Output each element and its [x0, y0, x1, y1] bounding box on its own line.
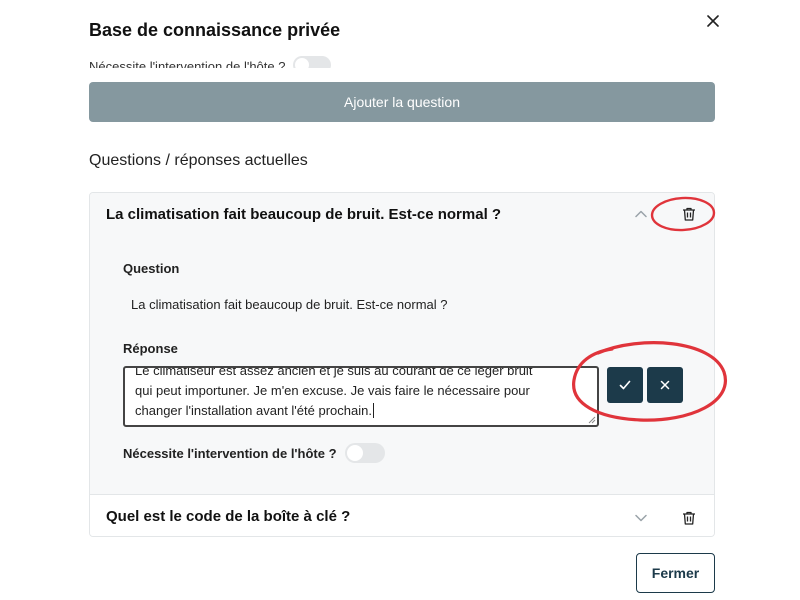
section-title: Questions / réponses actuelles: [89, 152, 308, 169]
qa-item-header[interactable]: La climatisation fait beaucoup de bruit.…: [90, 193, 714, 235]
question-label: Question: [123, 261, 180, 276]
delete-question-button[interactable]: [680, 205, 698, 223]
answer-label: Réponse: [123, 341, 178, 356]
qa-item-question: La climatisation fait beaucoup de bruit.…: [106, 206, 502, 223]
resize-handle-icon[interactable]: [588, 416, 596, 424]
top-host-toggle-label: Nécessite l'intervention de l'hôte ?: [89, 59, 286, 68]
qa-accordion: La climatisation fait beaucoup de bruit.…: [89, 192, 715, 537]
qa-item-question: Quel est le code de la boîte à clé ?: [106, 508, 351, 525]
top-host-toggle-row: Nécessite l'intervention de l'hôte ?: [89, 52, 389, 68]
trash-icon: [683, 511, 695, 525]
qa-item-expanded: La climatisation fait beaucoup de bruit.…: [90, 193, 714, 495]
cancel-edit-button[interactable]: [647, 367, 683, 403]
add-question-button[interactable]: Ajouter la question: [89, 82, 715, 122]
delete-question-button[interactable]: [680, 509, 698, 527]
knowledge-base-modal: Base de connaissance privée Nécessite l'…: [0, 0, 800, 600]
confirm-edit-button[interactable]: [607, 367, 643, 403]
answer-line: Le climatiseur est assez ancien et je su…: [135, 366, 533, 378]
question-text[interactable]: La climatisation fait beaucoup de bruit.…: [131, 297, 448, 312]
top-host-toggle[interactable]: [293, 56, 332, 68]
close-modal-button[interactable]: Fermer: [636, 553, 715, 593]
host-toggle-row: Nécessite l'intervention de l'hôte ?: [123, 443, 385, 463]
host-toggle-label: Nécessite l'intervention de l'hôte ?: [123, 445, 337, 461]
host-toggle[interactable]: [344, 443, 385, 463]
modal-title: Base de connaissance privée: [89, 20, 341, 40]
qa-item-collapsed[interactable]: Quel est le code de la boîte à clé ?: [90, 495, 714, 536]
trash-icon: [683, 207, 695, 221]
close-icon: [660, 380, 670, 390]
answer-line: changer l'installation avant l'été proch…: [135, 403, 374, 418]
check-icon: [619, 380, 631, 390]
chevron-down-icon[interactable]: [633, 510, 649, 526]
close-button[interactable]: [700, 8, 726, 34]
answer-textarea[interactable]: Le climatiseur est assez ancien et je su…: [123, 366, 599, 427]
chevron-up-icon[interactable]: [633, 206, 649, 222]
close-icon: [707, 15, 719, 27]
answer-line: qui peut importuner. Je m'en excuse. Je …: [135, 383, 530, 398]
